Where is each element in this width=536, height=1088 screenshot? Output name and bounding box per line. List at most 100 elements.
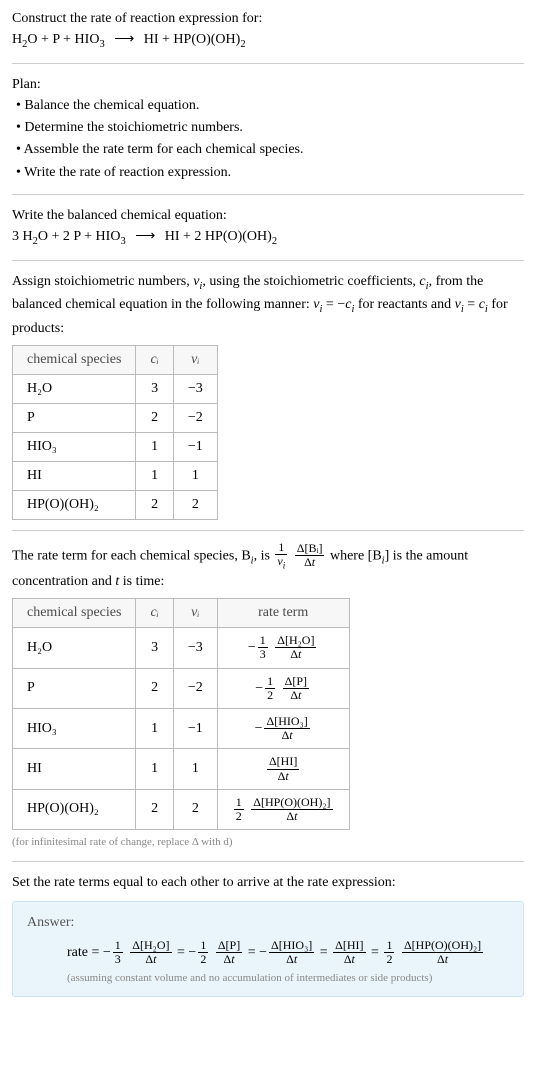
rate-term-cell: −12 Δ[P]Δt (217, 668, 349, 708)
numer: 1 (258, 634, 268, 648)
text: where [B (330, 548, 382, 563)
rate-term-table: chemical species cᵢ νᵢ rate term H₂O3−3 … (12, 598, 350, 830)
th-nu: νᵢ (173, 599, 217, 628)
arrow-icon: ⟶ (129, 229, 161, 244)
coef-frac: 12 (196, 939, 210, 966)
numer: Δ[HIO₃] (269, 939, 314, 953)
stoichiometry-table: chemical species cᵢ νᵢ H₂O3−3 P2−2 HIO₃1… (12, 345, 218, 520)
delta-frac: Δ[HP(O)(OH)₂]Δt (400, 939, 485, 966)
denom: Δt (402, 953, 483, 966)
cell: 2 (136, 668, 173, 708)
eq-part: 3 H (12, 229, 33, 244)
delta-frac: Δ[P]Δt (214, 939, 244, 966)
eq-sign: = (177, 945, 188, 960)
denom: 2 (384, 953, 394, 966)
denom: Δt (130, 953, 171, 966)
denom: Δt (275, 648, 316, 661)
cell: 1 (173, 461, 217, 490)
sign: − (103, 945, 111, 960)
delta-frac: Δ[P]Δt (281, 675, 311, 702)
numer: Δ[HP(O)(OH)₂] (402, 939, 483, 953)
delta-frac: Δ[H₂O]Δt (128, 939, 173, 966)
cell: 1 (173, 749, 217, 789)
divider (12, 530, 524, 531)
th-label: cᵢ (150, 605, 158, 620)
th-species: chemical species (13, 345, 136, 374)
table-row: P2−2 −12 Δ[P]Δt (13, 668, 350, 708)
numer: Δ[HI] (267, 755, 299, 769)
balanced-section: Write the balanced chemical equation: 3 … (12, 205, 524, 250)
eq-sign: = (320, 945, 331, 960)
coef-frac: 12 (232, 796, 246, 823)
cell: 2 (173, 490, 217, 519)
coef-frac: 12 (382, 939, 396, 966)
eq-sub: 2 (240, 39, 245, 50)
th-ci: cᵢ (136, 599, 173, 628)
table-row: HP(O)(OH)₂22 (13, 490, 218, 519)
cell: HP(O)(OH)₂ (13, 490, 136, 519)
eq-sign: = (371, 945, 382, 960)
sign: − (248, 640, 256, 655)
denom: Δt (269, 953, 314, 966)
text: for reactants and (354, 297, 454, 312)
cell: 3 (136, 374, 173, 403)
cell: 1 (136, 432, 173, 461)
eq-sub: 3 (99, 39, 104, 50)
rate-term-cell: Δ[HI]Δt (217, 749, 349, 789)
denom: Δt (267, 770, 299, 783)
delta-frac: Δ[HI]Δt (331, 939, 367, 966)
rate-expression: rate = −13 Δ[H₂O]Δt = −12 Δ[P]Δt = −Δ[HI… (27, 939, 509, 966)
denom: Δt (333, 953, 365, 966)
denom: Δt (264, 729, 309, 742)
divider (12, 260, 524, 261)
cell: −3 (173, 628, 217, 668)
text: , using the stoichiometric coefficients, (202, 274, 419, 289)
eq-sub: 2 (272, 236, 277, 247)
cell: HI (13, 461, 136, 490)
table-row: HP(O)(OH)₂22 12 Δ[HP(O)(OH)₂]Δt (13, 789, 350, 829)
cell: H₂O (13, 628, 136, 668)
denom: νi (275, 555, 287, 571)
th-label: νᵢ (191, 605, 199, 620)
denom: Δt (283, 689, 309, 702)
numer: Δ[H₂O] (275, 634, 316, 648)
numer: 1 (234, 796, 244, 810)
numer: 1 (384, 939, 394, 953)
table-row: HIO₃1−1 −Δ[HIO₃]Δt (13, 708, 350, 748)
text: is time: (119, 574, 164, 589)
answer-label: Answer: (27, 912, 509, 933)
numer: Δ[P] (283, 675, 309, 689)
numer: 1 (275, 541, 287, 555)
th-label: cᵢ (150, 352, 158, 367)
coef-frac: 12 (263, 675, 277, 702)
rate-term-cell: 12 Δ[HP(O)(OH)₂]Δt (217, 789, 349, 829)
unbalanced-equation: H2O + P + HIO3 ⟶ HI + HP(O)(OH)2 (12, 29, 524, 53)
delta-frac: Δ[HIO₃]Δt (267, 939, 316, 966)
denom: 2 (198, 953, 208, 966)
rate-term-section: The rate term for each chemical species,… (12, 541, 524, 851)
answer-assumption: (assuming constant volume and no accumul… (27, 970, 509, 987)
cell: 2 (136, 789, 173, 829)
denom: 3 (113, 953, 123, 966)
set-equal-text: Set the rate terms equal to each other t… (12, 872, 524, 893)
table-row: P2−2 (13, 403, 218, 432)
numer: Δ[HP(O)(OH)₂] (251, 796, 332, 810)
plan-section: Plan: • Balance the chemical equation. •… (12, 74, 524, 185)
text: The rate term for each chemical species,… (12, 548, 251, 563)
cell: −1 (173, 708, 217, 748)
eq-part: HI + HP(O)(OH) (144, 32, 241, 47)
plan-title: Plan: (12, 74, 524, 95)
th-ci: cᵢ (136, 345, 173, 374)
cell: HIO₃ (13, 432, 136, 461)
eq-sub: 3 (120, 236, 125, 247)
t-sym: t (312, 555, 315, 569)
cell: 1 (136, 461, 173, 490)
eq-part: H (12, 32, 22, 47)
cell: P (13, 668, 136, 708)
numer: 1 (113, 939, 123, 953)
th-species: chemical species (13, 599, 136, 628)
th-nu: νᵢ (173, 345, 217, 374)
delta-frac: Δ[H₂O]Δt (273, 634, 318, 661)
coef-frac: 13 (111, 939, 125, 966)
eq-part: O + 2 P + HIO (38, 229, 121, 244)
